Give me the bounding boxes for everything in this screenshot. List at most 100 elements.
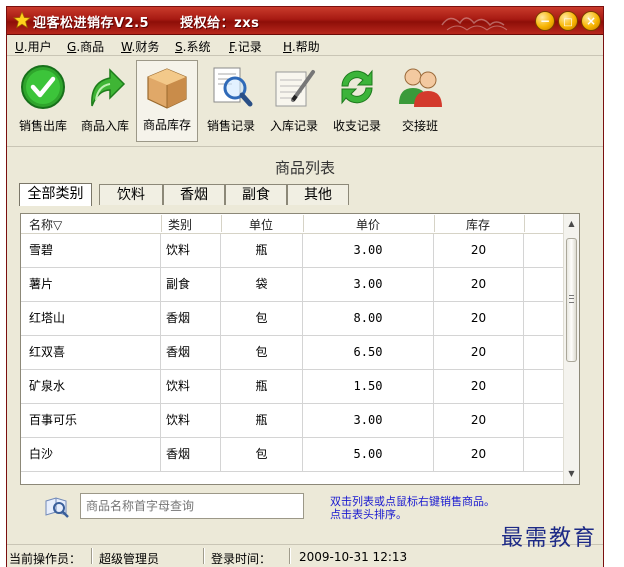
header-name[interactable]: 名称▽ xyxy=(29,216,62,233)
green-arrow-icon xyxy=(91,68,126,107)
menu-system[interactable]: S.系统 xyxy=(175,38,210,55)
cell-unit: 瓶 xyxy=(221,404,303,437)
box-icon xyxy=(147,68,187,109)
cell-price: 3.00 xyxy=(303,268,434,301)
cell-empty xyxy=(524,302,565,335)
menu-system-label: .系统 xyxy=(182,40,211,54)
cell-empty xyxy=(524,438,565,471)
cell-category: 香烟 xyxy=(161,438,221,471)
watermark-logo: 最需教育 xyxy=(501,526,598,551)
cell-category: 饮料 xyxy=(161,370,221,403)
tab-snacks[interactable]: 副食 xyxy=(225,184,287,205)
table-row[interactable]: 百事可乐 饮料 瓶 3.00 20 xyxy=(21,404,565,438)
tab-all[interactable]: 全部类别 xyxy=(19,183,92,206)
menu-finance-label: .财务 xyxy=(131,40,160,54)
cell-name: 雪碧 xyxy=(21,234,161,267)
hint-line-2: 点击表头排序。 xyxy=(330,508,407,521)
shift-handover-button[interactable]: 交接班 xyxy=(389,60,451,142)
cell-empty xyxy=(524,268,565,301)
magnifier-book-icon xyxy=(45,497,69,518)
cell-price: 8.00 xyxy=(303,302,434,335)
cell-stock: 20 xyxy=(434,438,524,471)
menu-user-key: U xyxy=(15,40,24,54)
tab-drinks[interactable]: 饮料 xyxy=(99,184,163,205)
table-row[interactable]: 薯片 副食 袋 3.00 20 xyxy=(21,268,565,302)
cell-price: 5.00 xyxy=(303,438,434,471)
sales-records-button[interactable]: 销售记录 xyxy=(200,60,262,142)
cell-category: 香烟 xyxy=(161,302,221,335)
scroll-up-icon[interactable]: ▲ xyxy=(564,216,579,232)
tab-cigarettes[interactable]: 香烟 xyxy=(163,184,225,205)
search-input[interactable] xyxy=(80,493,304,519)
title-bar[interactable]: 迎客松进销存V2.5 授权给：zxs − □ × xyxy=(7,7,603,35)
table-row[interactable]: 红塔山 香烟 包 8.00 20 xyxy=(21,302,565,336)
table-row[interactable]: 雪碧 饮料 瓶 3.00 20 xyxy=(21,234,565,268)
maximize-button[interactable]: □ xyxy=(558,11,578,31)
cell-name: 矿泉水 xyxy=(21,370,161,403)
scroll-down-icon[interactable]: ▼ xyxy=(564,466,579,482)
login-time-label: 登录时间： xyxy=(211,552,272,566)
minimize-icon: − xyxy=(539,14,551,28)
cell-price: 6.50 xyxy=(303,336,434,369)
menu-goods[interactable]: G.商品 xyxy=(67,38,104,55)
star-icon xyxy=(13,11,31,29)
cell-unit: 瓶 xyxy=(221,234,303,267)
table-row[interactable]: 矿泉水 饮料 瓶 1.50 20 xyxy=(21,370,565,404)
stock-in-button[interactable]: 商品入库 xyxy=(74,60,136,142)
inventory-button[interactable]: 商品库存 xyxy=(136,60,198,142)
menu-user-label: .用户 xyxy=(23,40,52,54)
menu-records[interactable]: F.记录 xyxy=(229,38,262,55)
sales-out-label: 销售出库 xyxy=(18,119,67,133)
menu-user[interactable]: U.用户 xyxy=(15,38,52,55)
header-stock[interactable]: 库存 xyxy=(466,216,490,233)
table-header: 名称▽ 类别 单位 单价 库存 xyxy=(21,214,565,234)
close-icon: × xyxy=(585,14,597,28)
cell-stock: 20 xyxy=(434,302,524,335)
cell-unit: 袋 xyxy=(221,268,303,301)
login-time-value: 2009-10-31 12:13 xyxy=(299,550,408,564)
cell-category: 香烟 xyxy=(161,336,221,369)
status-divider xyxy=(289,548,291,564)
status-divider xyxy=(91,548,93,564)
minimize-button[interactable]: − xyxy=(535,11,555,31)
cell-unit: 包 xyxy=(221,336,303,369)
cell-name: 百事可乐 xyxy=(21,404,161,437)
header-unit[interactable]: 单位 xyxy=(249,216,273,233)
operator-label: 当前操作员： xyxy=(9,552,82,566)
cell-category: 饮料 xyxy=(161,404,221,437)
cell-empty xyxy=(524,404,565,437)
income-expense-label: 收支记录 xyxy=(332,119,381,133)
table-row[interactable]: 红双喜 香烟 包 6.50 20 xyxy=(21,336,565,370)
vertical-scrollbar[interactable]: ▲ ▼ xyxy=(563,214,579,484)
window-title: 迎客松进销存V2.5 授权给：zxs xyxy=(33,12,259,31)
menu-help-key: H xyxy=(283,40,292,54)
menu-finance[interactable]: W.财务 xyxy=(121,38,159,55)
cell-price: 3.00 xyxy=(303,234,434,267)
menu-system-key: S xyxy=(175,40,183,54)
close-button[interactable]: × xyxy=(581,11,601,31)
main-window: 迎客松进销存V2.5 授权给：zxs − □ × U.用户 G.商品 W.财务 … xyxy=(6,6,604,567)
operator-value: 超级管理员 xyxy=(99,552,160,566)
cell-stock: 20 xyxy=(434,370,524,403)
check-circle-icon xyxy=(21,65,65,109)
cell-name: 薯片 xyxy=(21,268,161,301)
cell-category: 副食 xyxy=(161,268,221,301)
header-divider xyxy=(221,215,222,232)
table-row[interactable]: 白沙 香烟 包 5.00 20 xyxy=(21,438,565,472)
product-table[interactable]: 名称▽ 类别 单位 单价 库存 雪碧 饮料 瓶 3.00 20 薯片 副食 袋 … xyxy=(20,213,580,485)
cell-empty xyxy=(524,370,565,403)
scroll-thumb[interactable] xyxy=(566,238,577,362)
cell-empty xyxy=(524,234,565,267)
tab-other[interactable]: 其他 xyxy=(287,184,349,205)
income-expense-button[interactable]: 收支记录 xyxy=(326,60,388,142)
header-price[interactable]: 单价 xyxy=(356,216,380,233)
stock-records-button[interactable]: 入库记录 xyxy=(263,60,325,142)
cloud-pattern-icon xyxy=(441,17,508,31)
sales-out-button[interactable]: 销售出库 xyxy=(12,60,74,142)
cell-name: 红双喜 xyxy=(21,336,161,369)
stock-in-label: 商品入库 xyxy=(80,119,129,133)
header-category[interactable]: 类别 xyxy=(168,216,192,233)
cell-empty xyxy=(524,336,565,369)
hint-line-1: 双击列表或点鼠标右键销售商品。 xyxy=(330,495,495,508)
menu-help[interactable]: H.帮助 xyxy=(283,38,320,55)
